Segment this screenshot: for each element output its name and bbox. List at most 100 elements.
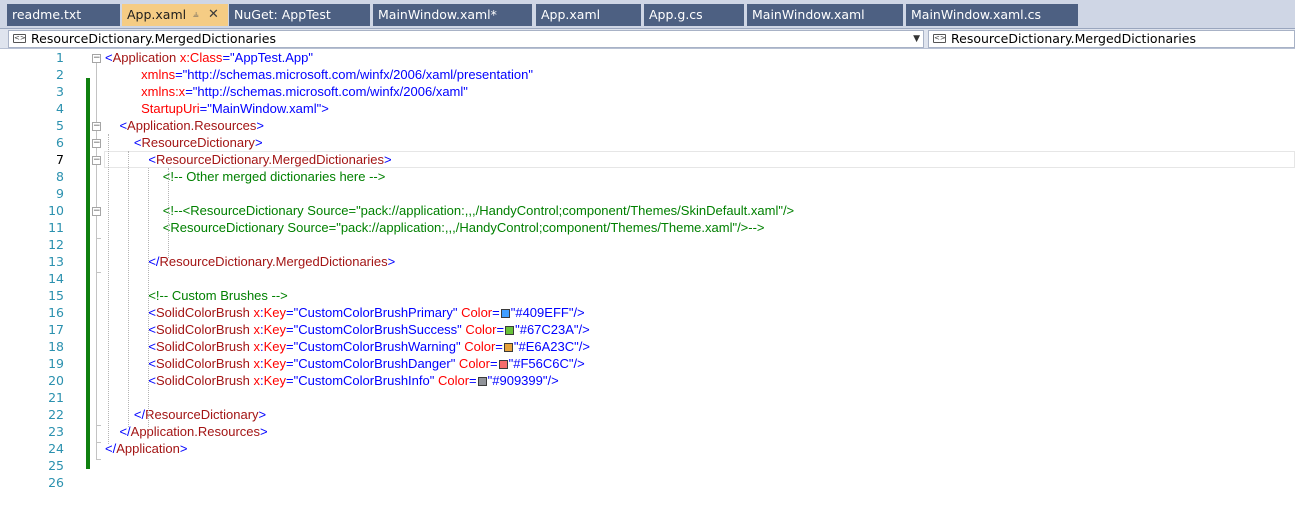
attribute-value: "CustomColorBrushInfo" <box>293 373 435 388</box>
code-line[interactable]: <SolidColorBrush x:Key="CustomColorBrush… <box>105 373 558 388</box>
scope-dropdown[interactable]: <> ResourceDictionary.MergedDictionaries… <box>8 30 924 48</box>
line-number: 3 <box>56 84 64 99</box>
line-number: 19 <box>48 356 64 371</box>
code-line[interactable]: <SolidColorBrush x:Key="CustomColorBrush… <box>105 305 585 320</box>
indent-guide <box>128 151 129 427</box>
line-number: 7 <box>56 152 64 167</box>
color-swatch-icon[interactable] <box>505 326 515 335</box>
chevron-down-icon[interactable]: ▼ <box>913 31 920 47</box>
bracket: < <box>105 118 128 133</box>
color-swatch-icon[interactable] <box>498 360 508 369</box>
attribute-value: "http://schemas.microsoft.com/winfx/2006… <box>182 67 533 82</box>
bracket: = <box>492 305 500 320</box>
element-icon: <> <box>933 34 946 43</box>
collapse-toggle-line-5[interactable]: − <box>92 122 101 131</box>
member-dropdown[interactable]: <> ResourceDictionary.MergedDictionaries <box>928 30 1295 48</box>
attribute-name: Color <box>461 322 497 337</box>
scope-dropdown-value: ResourceDictionary.MergedDictionaries <box>31 31 276 46</box>
code-line[interactable]: <ResourceDictionary> <box>105 135 263 150</box>
bracket: > <box>387 254 396 269</box>
bracket: = <box>286 305 294 320</box>
bracket: > <box>256 118 264 133</box>
attribute-name: x <box>249 305 260 320</box>
attribute-name: x <box>249 339 260 354</box>
element-name: Application.Resources <box>130 424 261 439</box>
pin-icon[interactable]: ⫨ <box>193 4 199 26</box>
code-line[interactable]: <SolidColorBrush x:Key="CustomColorBrush… <box>105 322 590 337</box>
line-number: 8 <box>56 169 64 184</box>
element-name: SolidColorBrush <box>155 356 250 371</box>
attribute-value: "CustomColorBrushPrimary" <box>293 305 458 320</box>
attribute-name: Key <box>263 339 287 354</box>
outline-end <box>96 442 101 443</box>
collapse-toggle-line-1[interactable]: − <box>92 54 101 63</box>
bracket: </ <box>105 441 117 456</box>
line-number: 5 <box>56 118 64 133</box>
tab-mainwindow-xaml[interactable]: MainWindow.xaml <box>747 4 903 26</box>
line-number: 6 <box>56 135 64 150</box>
bracket: > <box>384 152 392 167</box>
code-editor[interactable]: 1 2 3 4 5 6 7 8 9 10 11 12 13 14 15 16 17 18 19 20 21 22 23 24 2… <box>0 49 1295 523</box>
tab-app-g-cs[interactable]: App.g.cs <box>644 4 744 26</box>
line-number: 25 <box>48 458 64 473</box>
line-number: 17 <box>48 322 64 337</box>
code-line[interactable]: </ResourceDictionary> <box>105 407 266 422</box>
tab-nuget-apptest[interactable]: NuGet: AppTest <box>229 4 370 26</box>
line-number: 13 <box>48 254 64 269</box>
element-name: ResourceDictionary <box>141 135 255 150</box>
bracket: > <box>260 424 268 439</box>
code-line[interactable]: xmlns:x="http://schemas.microsoft.com/wi… <box>105 84 468 99</box>
bracket: > <box>258 407 267 422</box>
element-name: SolidColorBrush <box>155 322 250 337</box>
bracket: /> <box>573 305 585 320</box>
collapse-toggle-line-7[interactable]: − <box>92 156 101 165</box>
attribute-name: x <box>249 322 260 337</box>
tab-app-xaml-2[interactable]: App.xaml <box>536 4 641 26</box>
attribute-name: xmlns:x <box>105 84 186 99</box>
code-line[interactable]: </Application.Resources> <box>105 424 268 439</box>
attribute-value: "CustomColorBrushWarning" <box>293 339 461 354</box>
line-number: 22 <box>48 407 64 422</box>
line-number: 14 <box>48 271 64 286</box>
code-line[interactable]: <ResourceDictionary.MergedDictionaries> <box>105 152 392 167</box>
attribute-value: "#E6A23C" <box>513 339 579 354</box>
code-line[interactable]: </Application> <box>105 441 187 456</box>
code-line[interactable]: <SolidColorBrush x:Key="CustomColorBrush… <box>105 339 590 354</box>
code-line[interactable]: StartupUri="MainWindow.xaml"> <box>105 101 329 116</box>
attribute-name: Color <box>457 305 493 320</box>
close-icon[interactable]: ✕ <box>208 4 219 26</box>
bracket: = <box>286 373 294 388</box>
code-line[interactable]: xmlns="http://schemas.microsoft.com/winf… <box>105 67 533 82</box>
bracket: /> <box>578 322 590 337</box>
code-line[interactable]: <!--<ResourceDictionary Source="pack://a… <box>105 203 794 218</box>
element-name: ResourceDictionary <box>145 407 259 422</box>
comment: <!-- Custom Brushes --> <box>105 288 288 303</box>
line-number: 20 <box>48 373 64 388</box>
bracket: = <box>286 356 294 371</box>
collapse-toggle-line-10[interactable]: − <box>92 207 101 216</box>
line-number: 12 <box>48 237 64 252</box>
attribute-name: Key <box>263 356 287 371</box>
attribute-name: x <box>249 373 260 388</box>
change-tracking-bar <box>86 78 90 469</box>
color-swatch-icon[interactable] <box>500 309 510 318</box>
element-name: ResourceDictionary.MergedDictionaries <box>159 254 388 269</box>
bracket: > <box>254 135 263 150</box>
code-line[interactable]: <ResourceDictionary Source="pack://appli… <box>105 220 765 235</box>
tab-readme-txt[interactable]: readme.txt <box>7 4 120 26</box>
code-line[interactable]: <Application.Resources> <box>105 118 264 133</box>
navigation-bar: <> ResourceDictionary.MergedDictionaries… <box>0 29 1295 49</box>
code-line[interactable]: <!-- Custom Brushes --> <box>105 288 288 303</box>
collapse-toggle-line-6[interactable]: − <box>92 139 101 148</box>
outline-end <box>96 238 101 239</box>
tab-app-xaml-active[interactable]: App.xaml ⫨ ✕ <box>122 4 228 26</box>
color-swatch-icon[interactable] <box>477 377 487 386</box>
code-line[interactable]: <Application x:Class="AppTest.App" <box>105 50 313 65</box>
color-swatch-icon[interactable] <box>503 343 513 352</box>
tab-mainwindow-xaml-modified[interactable]: MainWindow.xaml* <box>373 4 532 26</box>
tab-mainwindow-xaml-cs[interactable]: MainWindow.xaml.cs <box>906 4 1078 26</box>
attribute-value: "CustomColorBrushDanger" <box>293 356 456 371</box>
bracket: > <box>321 101 329 116</box>
code-line[interactable]: <SolidColorBrush x:Key="CustomColorBrush… <box>105 356 584 371</box>
element-name: Application.Resources <box>127 118 257 133</box>
